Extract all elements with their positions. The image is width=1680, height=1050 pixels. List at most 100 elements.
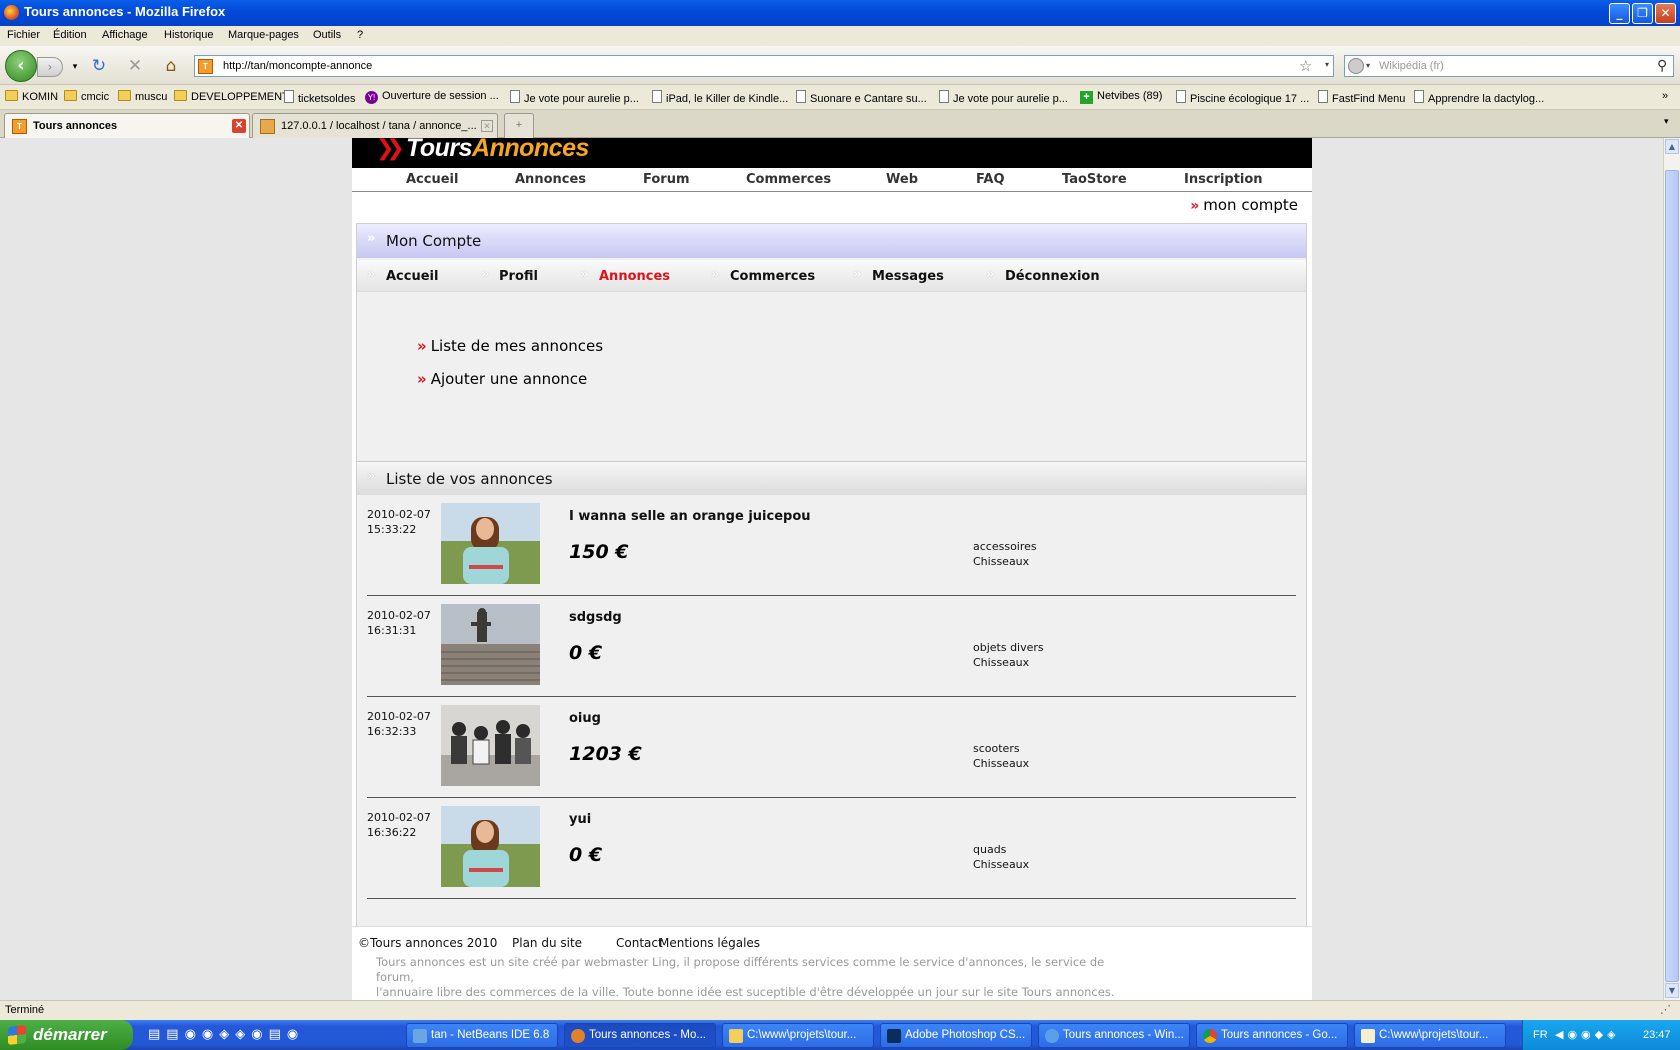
bookmark-item[interactable]: Apprendre la dactylog... bbox=[1414, 90, 1544, 105]
ad-row[interactable]: 2010-02-07 16:31:31 sdgsdg 0 € objets div… bbox=[367, 596, 1296, 697]
task-firefox[interactable]: Tours annonces - Mo... bbox=[564, 1023, 716, 1048]
nav-inscription[interactable]: Inscription bbox=[1184, 172, 1263, 187]
menu-historique[interactable]: Historique bbox=[164, 29, 214, 41]
task-editor[interactable]: C:\www\projets\tour... bbox=[1354, 1023, 1506, 1048]
bookmark-item[interactable]: Je vote pour aurelie p... bbox=[939, 90, 1068, 105]
subnav-profil[interactable]: Profil bbox=[499, 269, 538, 284]
mon-compte-link[interactable]: » mon compte bbox=[1190, 196, 1298, 214]
ad-thumbnail[interactable] bbox=[441, 806, 540, 887]
system-tray: FR ◀◉◉◆◈ 23:47 bbox=[1522, 1020, 1680, 1050]
page-scrollbar[interactable]: ▲ ▼ bbox=[1663, 138, 1680, 1000]
scroll-down-arrow-icon[interactable]: ▼ bbox=[1665, 983, 1679, 998]
ad-row[interactable]: 2010-02-07 16:36:22 yui 0 € quads Chisseau… bbox=[367, 798, 1296, 899]
menu-fichier[interactable]: Fichier bbox=[7, 29, 40, 41]
quick-launch-icons[interactable]: ▤▤◉◉◈◈◉▤◉ bbox=[148, 1027, 370, 1043]
back-button[interactable]: ‹ bbox=[5, 50, 37, 82]
ad-title[interactable]: sdgsdg bbox=[569, 610, 622, 625]
search-icon[interactable]: ⚲ bbox=[1657, 57, 1667, 74]
task-explorer[interactable]: C:\www\projets\tour... bbox=[722, 1023, 874, 1048]
url-dropdown-icon[interactable]: ▾ bbox=[1325, 60, 1329, 69]
tab-list-icon[interactable]: ▾ bbox=[1664, 116, 1669, 127]
bookmark-item[interactable]: ticketsoldes bbox=[284, 90, 355, 105]
footer-plan-du-site[interactable]: Plan du site bbox=[512, 936, 582, 950]
minimize-button[interactable]: _ bbox=[1609, 3, 1630, 24]
url-bar[interactable]: T http://tan/moncompte-annonce ☆ ▾ bbox=[194, 55, 1334, 77]
nav-web[interactable]: Web bbox=[886, 172, 918, 187]
nav-faq[interactable]: FAQ bbox=[976, 172, 1005, 187]
nav-taostore[interactable]: TaoStore bbox=[1062, 172, 1127, 187]
footer-about-line: Tours annonces est un site créé par webm… bbox=[376, 955, 1105, 984]
stop-icon[interactable]: ✕ bbox=[124, 55, 146, 77]
menu-marque-pages[interactable]: Marque-pages bbox=[228, 29, 299, 41]
tab-tours-annonces[interactable]: T Tours annonces ✕ bbox=[4, 113, 250, 138]
reload-icon[interactable]: ↻ bbox=[88, 55, 110, 77]
new-tab-button[interactable]: + bbox=[504, 113, 534, 138]
subnav-accueil[interactable]: Accueil bbox=[386, 269, 438, 284]
ad-thumbnail[interactable] bbox=[441, 705, 540, 786]
search-engine-dropdown-icon[interactable]: ▾ bbox=[1366, 61, 1370, 70]
url-text[interactable]: http://tan/moncompte-annonce bbox=[223, 60, 372, 72]
close-tab-icon[interactable]: ✕ bbox=[481, 120, 493, 132]
menu-help[interactable]: ? bbox=[357, 29, 363, 41]
menu-edition[interactable]: Édition bbox=[53, 29, 87, 41]
tray-icons[interactable]: ◀◉◉◆◈ bbox=[1555, 1028, 1620, 1041]
search-box[interactable]: ▾ Wikipédia (fr) ⚲ bbox=[1344, 55, 1674, 77]
bookmark-item[interactable]: Piscine écologique 17 ... bbox=[1176, 90, 1309, 105]
ad-row[interactable]: 2010-02-07 16:32:33 oiug 1203 € scooters C… bbox=[367, 697, 1296, 798]
subnav-deconnexion[interactable]: Déconnexion bbox=[1005, 269, 1100, 284]
task-netbeans[interactable]: tan - NetBeans IDE 6.8 bbox=[406, 1023, 558, 1048]
site-logo[interactable]: ToursAnnonces bbox=[406, 138, 589, 163]
search-input[interactable]: Wikipédia (fr) bbox=[1379, 60, 1444, 72]
subnav-messages[interactable]: Messages bbox=[872, 269, 944, 284]
list-my-ads-link[interactable]: » Liste de mes annonces bbox=[417, 337, 603, 355]
bookmark-item[interactable]: KOMIN bbox=[5, 90, 58, 103]
ad-thumbnail[interactable] bbox=[441, 503, 540, 584]
task-chrome[interactable]: Tours annonces - Go... bbox=[1196, 1023, 1348, 1048]
close-tab-icon[interactable]: ✕ bbox=[232, 119, 246, 133]
ad-title[interactable]: yui bbox=[569, 812, 591, 827]
bookmark-item[interactable]: Suonare e Cantare su... bbox=[796, 90, 927, 105]
bookmark-item[interactable]: muscu bbox=[118, 90, 167, 103]
bookmark-item[interactable]: Je vote pour aurelie p... bbox=[510, 90, 639, 105]
forward-button[interactable]: › bbox=[37, 57, 63, 77]
task-photoshop[interactable]: Adobe Photoshop CS... bbox=[880, 1023, 1032, 1048]
footer-mentions-legales[interactable]: Mentions légales bbox=[659, 936, 760, 950]
task-internet-explorer[interactable]: Tours annonces - Win... bbox=[1038, 1023, 1190, 1048]
scroll-thumb[interactable] bbox=[1665, 170, 1679, 982]
bookmark-item[interactable]: DEVELOPPEMENT bbox=[174, 90, 289, 103]
bookmark-item[interactable]: + Netvibes (89) bbox=[1080, 90, 1162, 104]
maximize-button[interactable]: ❐ bbox=[1632, 3, 1653, 24]
bookmark-item[interactable]: Y! Ouverture de session ... bbox=[365, 90, 499, 104]
bookmarks-overflow-icon[interactable]: » bbox=[1662, 90, 1668, 102]
add-ad-link[interactable]: » Ajouter une annonce bbox=[417, 370, 587, 388]
site-logo-banner[interactable]: ❯❯ ToursAnnonces bbox=[352, 138, 1312, 168]
tab-phpmyadmin[interactable]: 127.0.0.1 / localhost / tana / annonce_.… bbox=[252, 113, 498, 138]
bookmark-label: Je vote pour aurelie p... bbox=[953, 93, 1068, 105]
ad-row[interactable]: 2010-02-07 15:33:22 I wanna selle an oran… bbox=[367, 495, 1296, 596]
ad-thumbnail[interactable] bbox=[441, 604, 540, 685]
bookmark-star-icon[interactable]: ☆ bbox=[1299, 57, 1312, 75]
menu-outils[interactable]: Outils bbox=[313, 29, 341, 41]
start-button[interactable]: démarrer bbox=[0, 1020, 133, 1050]
language-indicator[interactable]: FR bbox=[1533, 1029, 1548, 1041]
scroll-up-arrow-icon[interactable]: ▲ bbox=[1665, 139, 1679, 154]
subnav-annonces[interactable]: Annonces bbox=[599, 269, 670, 284]
bookmark-item[interactable]: iPad, le Killer de Kindle... bbox=[652, 90, 788, 105]
history-dropdown-icon[interactable]: ▾ bbox=[64, 56, 86, 78]
nav-annonces[interactable]: Annonces bbox=[515, 172, 586, 187]
bookmark-item[interactable]: FastFind Menu bbox=[1318, 90, 1405, 105]
nav-commerces[interactable]: Commerces bbox=[746, 172, 831, 187]
home-icon[interactable]: ⌂ bbox=[160, 55, 182, 77]
ad-title[interactable]: I wanna selle an orange juicepou bbox=[569, 509, 811, 524]
ad-category: objets divers Chisseaux bbox=[973, 640, 1044, 670]
resize-grip-icon[interactable]: ⋰ bbox=[1660, 1003, 1671, 1016]
footer-contact[interactable]: Contact bbox=[616, 936, 663, 950]
subnav-commerces[interactable]: Commerces bbox=[730, 269, 815, 284]
ad-title[interactable]: oiug bbox=[569, 711, 601, 726]
nav-accueil[interactable]: Accueil bbox=[406, 172, 458, 187]
close-window-button[interactable]: ✕ bbox=[1655, 3, 1676, 24]
menu-affichage[interactable]: Affichage bbox=[102, 29, 148, 41]
bookmark-item[interactable]: cmcic bbox=[64, 90, 109, 103]
wikipedia-icon[interactable] bbox=[1348, 58, 1364, 74]
nav-forum[interactable]: Forum bbox=[643, 172, 690, 187]
